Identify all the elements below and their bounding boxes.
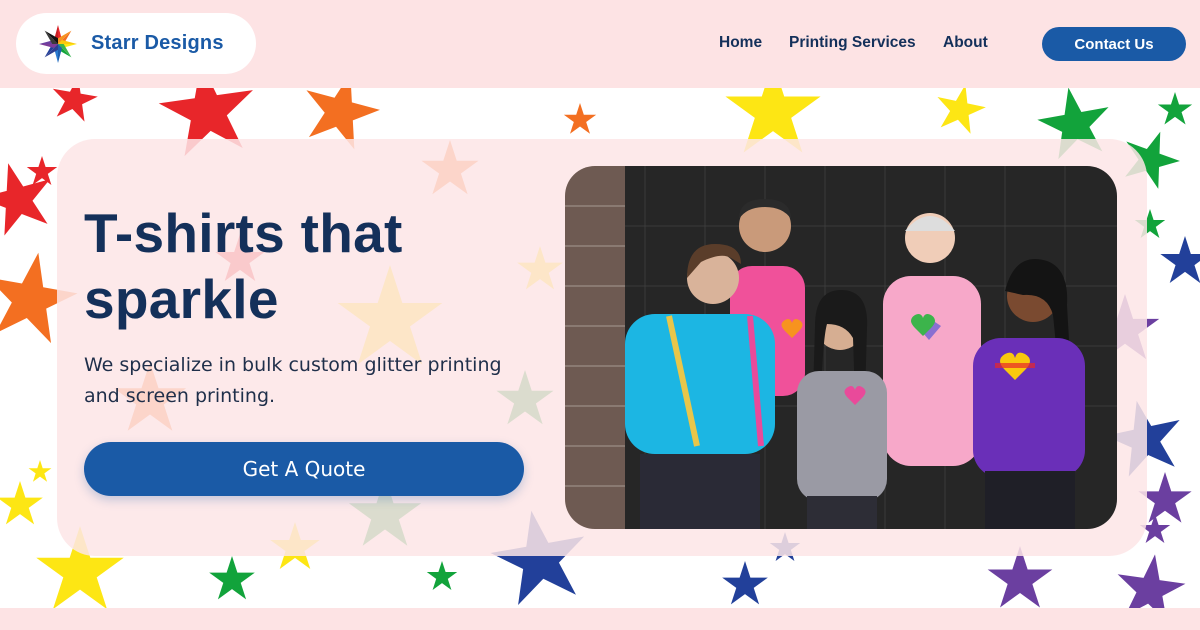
group-photo-image <box>565 166 1117 529</box>
star-shape <box>28 460 52 482</box>
star-shape <box>563 103 597 134</box>
nav-printing-services[interactable]: Printing Services <box>789 34 916 54</box>
star-shape <box>0 153 61 240</box>
rainbow-star-icon <box>39 24 77 63</box>
nav-home[interactable]: Home <box>719 34 762 54</box>
star-shape <box>209 556 255 600</box>
contact-us-button[interactable]: Contact Us <box>1042 27 1186 61</box>
nav-about[interactable]: About <box>943 34 988 54</box>
star-shape <box>1112 549 1189 608</box>
brand-name: Starr Designs <box>91 32 224 54</box>
star-shape <box>426 561 458 590</box>
hero-title: T-shirts that sparkle <box>84 202 403 330</box>
hero-subtitle: We specialize in bulk custom glitter pri… <box>84 354 502 407</box>
star-shape <box>931 88 990 136</box>
star-shape <box>0 481 43 525</box>
star-shape <box>26 156 58 185</box>
star-shape <box>48 88 101 124</box>
group-photo-illustration <box>565 166 1117 529</box>
star-shape <box>722 561 768 605</box>
get-a-quote-button[interactable]: Get A Quote <box>84 442 524 496</box>
footer-band <box>0 608 1200 630</box>
star-shape <box>1157 92 1193 125</box>
star-shape <box>1160 236 1200 284</box>
site-header: Starr Designs Home Printing Services Abo… <box>0 0 1200 88</box>
logo-link[interactable]: Starr Designs <box>16 13 256 74</box>
